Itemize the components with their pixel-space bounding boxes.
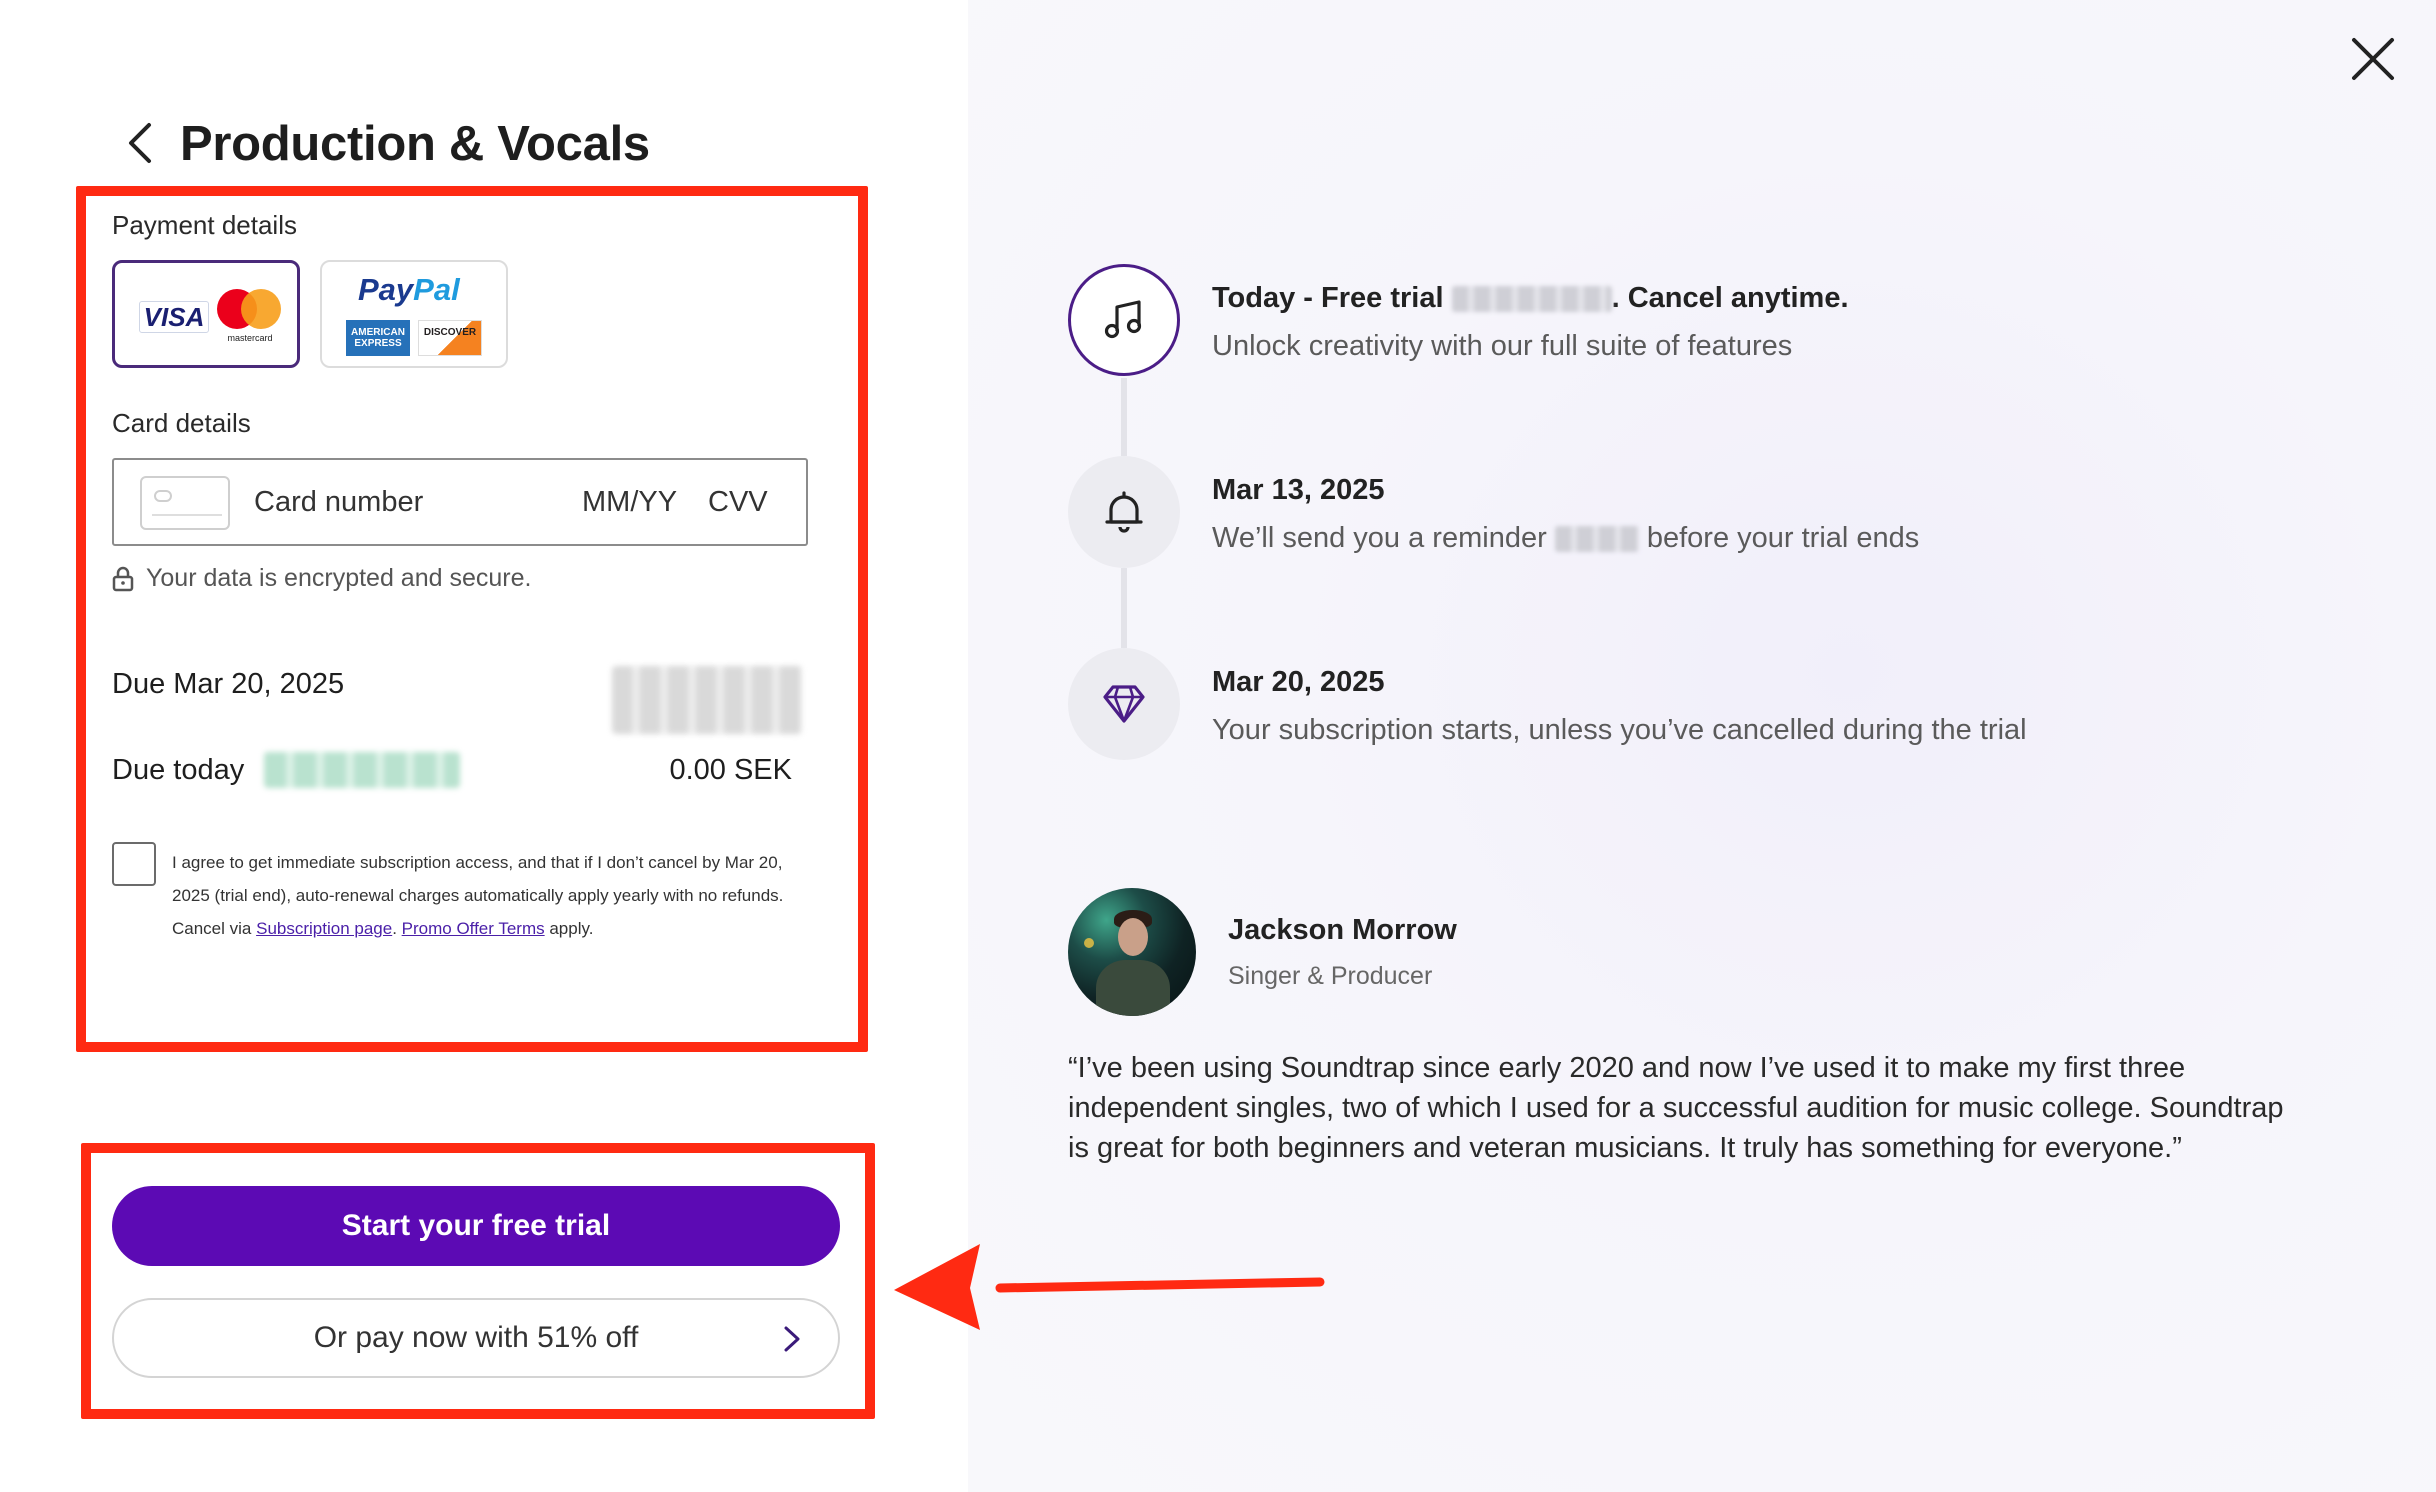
close-button[interactable] [2344,30,2402,88]
timeline-connector [1121,568,1127,648]
timeline-title-today: Today - Free trial . Cancel anytime. [1212,282,1849,314]
annotation-highlight-payment [76,186,868,1052]
close-icon [2352,38,2394,80]
timeline-step-reminder [1068,456,1180,568]
timeline-title-subscription: Mar 20, 2025 [1212,666,1385,698]
music-note-icon [1104,300,1142,339]
timeline-desc-reminder: We’ll send you a reminder before your tr… [1212,522,1920,554]
timeline-step-today [1068,264,1180,376]
back-button[interactable] [118,118,162,168]
chevron-left-icon [129,123,151,163]
timeline-desc-today: Unlock creativity with our full suite of… [1212,330,1793,362]
timeline-title-reminder: Mar 13, 2025 [1212,474,1385,506]
bell-icon [1105,491,1143,533]
redacted-trial-length [1451,286,1612,313]
annotation-highlight-buttons [81,1143,875,1419]
reviewer-role: Singer & Producer [1228,962,1433,990]
reviewer-name: Jackson Morrow [1228,914,1457,946]
timeline-desc-subscription: Your subscription starts, unless you’ve … [1212,714,2027,746]
testimonial-quote: “I’ve been using Soundtrap since early 2… [1068,1052,2284,1164]
annotation-arrow-icon [894,1244,1325,1330]
timeline-connector [1121,378,1127,456]
page-title: Production & Vocals [180,117,650,171]
timeline-step-subscription [1068,648,1180,760]
redacted-reminder-days [1554,526,1639,553]
diamond-icon [1103,685,1145,723]
avatar [1068,888,1196,1016]
